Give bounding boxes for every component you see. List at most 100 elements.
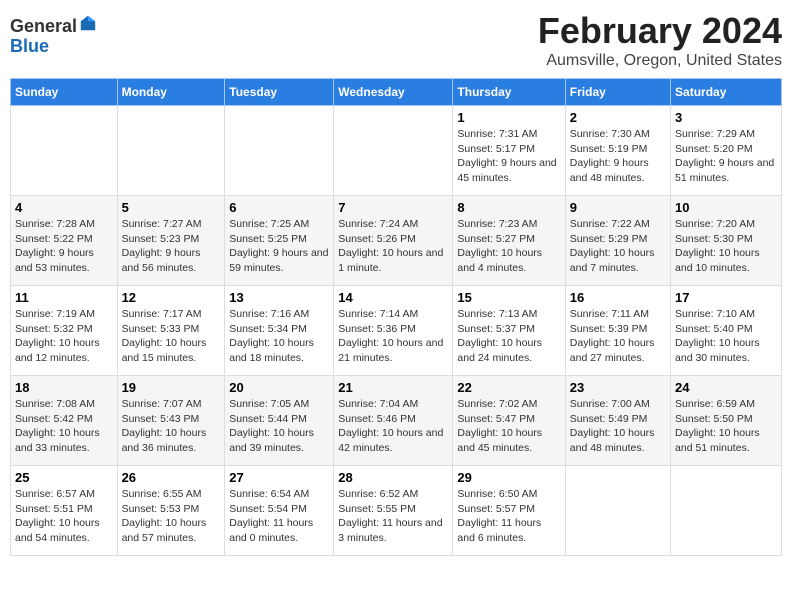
cell-info: Sunrise: 7:30 AMSunset: 5:19 PMDaylight:… (570, 127, 666, 186)
cell-day-number: 23 (570, 380, 666, 395)
calendar-cell: 26 Sunrise: 6:55 AMSunset: 5:53 PMDayligh… (117, 466, 225, 556)
logo-general: General (10, 16, 77, 36)
cell-info: Sunrise: 7:29 AMSunset: 5:20 PMDaylight:… (675, 127, 777, 186)
calendar-cell: 19 Sunrise: 7:07 AMSunset: 5:43 PMDayligh… (117, 376, 225, 466)
cell-info: Sunrise: 7:07 AMSunset: 5:43 PMDaylight:… (122, 397, 221, 456)
cell-day-number: 5 (122, 200, 221, 215)
calendar-cell: 2 Sunrise: 7:30 AMSunset: 5:19 PMDaylight… (565, 106, 670, 196)
cell-info: Sunrise: 7:19 AMSunset: 5:32 PMDaylight:… (15, 307, 113, 366)
cell-day-number: 18 (15, 380, 113, 395)
cell-day-number: 25 (15, 470, 113, 485)
calendar-cell: 29 Sunrise: 6:50 AMSunset: 5:57 PMDayligh… (453, 466, 565, 556)
cell-day-number: 12 (122, 290, 221, 305)
weekday-header-monday: Monday (117, 79, 225, 106)
calendar-cell: 22 Sunrise: 7:02 AMSunset: 5:47 PMDayligh… (453, 376, 565, 466)
calendar-cell: 27 Sunrise: 6:54 AMSunset: 5:54 PMDayligh… (225, 466, 334, 556)
calendar-cell: 12 Sunrise: 7:17 AMSunset: 5:33 PMDayligh… (117, 286, 225, 376)
week-row-1: 1 Sunrise: 7:31 AMSunset: 5:17 PMDaylight… (11, 106, 782, 196)
weekday-header-wednesday: Wednesday (334, 79, 453, 106)
cell-info: Sunrise: 7:08 AMSunset: 5:42 PMDaylight:… (15, 397, 113, 456)
cell-day-number: 14 (338, 290, 448, 305)
weekday-header-row: SundayMondayTuesdayWednesdayThursdayFrid… (11, 79, 782, 106)
cell-day-number: 9 (570, 200, 666, 215)
cell-day-number: 13 (229, 290, 329, 305)
cell-info: Sunrise: 7:31 AMSunset: 5:17 PMDaylight:… (457, 127, 560, 186)
cell-info: Sunrise: 7:22 AMSunset: 5:29 PMDaylight:… (570, 217, 666, 276)
cell-day-number: 1 (457, 110, 560, 125)
calendar-cell: 24Sunrise: 6:59 AMSunset: 5:50 PMDayligh… (671, 376, 782, 466)
cell-info: Sunrise: 7:04 AMSunset: 5:46 PMDaylight:… (338, 397, 448, 456)
cell-info: Sunrise: 7:23 AMSunset: 5:27 PMDaylight:… (457, 217, 560, 276)
calendar-cell: 28 Sunrise: 6:52 AMSunset: 5:55 PMDayligh… (334, 466, 453, 556)
cell-day-number: 19 (122, 380, 221, 395)
cell-day-number: 29 (457, 470, 560, 485)
calendar-cell: 5 Sunrise: 7:27 AMSunset: 5:23 PMDaylight… (117, 196, 225, 286)
cell-info: Sunrise: 6:50 AMSunset: 5:57 PMDaylight:… (457, 487, 560, 546)
cell-day-number: 28 (338, 470, 448, 485)
cell-info: Sunrise: 6:55 AMSunset: 5:53 PMDaylight:… (122, 487, 221, 546)
cell-day-number: 26 (122, 470, 221, 485)
cell-info: Sunrise: 7:24 AMSunset: 5:26 PMDaylight:… (338, 217, 448, 276)
calendar-cell: 9 Sunrise: 7:22 AMSunset: 5:29 PMDaylight… (565, 196, 670, 286)
cell-day-number: 22 (457, 380, 560, 395)
cell-day-number: 4 (15, 200, 113, 215)
calendar-cell (117, 106, 225, 196)
calendar-cell: 21 Sunrise: 7:04 AMSunset: 5:46 PMDayligh… (334, 376, 453, 466)
logo: General Blue (10, 14, 97, 57)
cell-day-number: 6 (229, 200, 329, 215)
calendar-cell: 17Sunrise: 7:10 AMSunset: 5:40 PMDayligh… (671, 286, 782, 376)
cell-info: Sunrise: 7:27 AMSunset: 5:23 PMDaylight:… (122, 217, 221, 276)
week-row-5: 25 Sunrise: 6:57 AMSunset: 5:51 PMDayligh… (11, 466, 782, 556)
calendar-cell: 7 Sunrise: 7:24 AMSunset: 5:26 PMDaylight… (334, 196, 453, 286)
cell-day-number: 27 (229, 470, 329, 485)
title-block: February 2024 Aumsville, Oregon, United … (538, 10, 782, 70)
calendar-cell: 25 Sunrise: 6:57 AMSunset: 5:51 PMDayligh… (11, 466, 118, 556)
cell-info: Sunrise: 6:59 AMSunset: 5:50 PMDaylight:… (675, 397, 777, 456)
cell-info: Sunrise: 7:05 AMSunset: 5:44 PMDaylight:… (229, 397, 329, 456)
calendar-cell: 6 Sunrise: 7:25 AMSunset: 5:25 PMDaylight… (225, 196, 334, 286)
cell-info: Sunrise: 7:02 AMSunset: 5:47 PMDaylight:… (457, 397, 560, 456)
calendar-cell: 8 Sunrise: 7:23 AMSunset: 5:27 PMDaylight… (453, 196, 565, 286)
cell-day-number: 16 (570, 290, 666, 305)
logo-icon (79, 14, 97, 32)
cell-day-number: 21 (338, 380, 448, 395)
cell-info: Sunrise: 7:17 AMSunset: 5:33 PMDaylight:… (122, 307, 221, 366)
cell-info: Sunrise: 7:25 AMSunset: 5:25 PMDaylight:… (229, 217, 329, 276)
cell-info: Sunrise: 7:10 AMSunset: 5:40 PMDaylight:… (675, 307, 777, 366)
calendar-cell (671, 466, 782, 556)
cell-info: Sunrise: 7:28 AMSunset: 5:22 PMDaylight:… (15, 217, 113, 276)
cell-info: Sunrise: 6:54 AMSunset: 5:54 PMDaylight:… (229, 487, 329, 546)
calendar-cell: 11 Sunrise: 7:19 AMSunset: 5:32 PMDayligh… (11, 286, 118, 376)
calendar-cell: 13 Sunrise: 7:16 AMSunset: 5:34 PMDayligh… (225, 286, 334, 376)
weekday-header-sunday: Sunday (11, 79, 118, 106)
calendar-cell: 16Sunrise: 7:11 AMSunset: 5:39 PMDayligh… (565, 286, 670, 376)
weekday-header-friday: Friday (565, 79, 670, 106)
calendar-table: SundayMondayTuesdayWednesdayThursdayFrid… (10, 78, 782, 556)
cell-info: Sunrise: 7:20 AMSunset: 5:30 PMDaylight:… (675, 217, 777, 276)
cell-info: Sunrise: 6:57 AMSunset: 5:51 PMDaylight:… (15, 487, 113, 546)
cell-day-number: 20 (229, 380, 329, 395)
calendar-cell (565, 466, 670, 556)
calendar-cell (334, 106, 453, 196)
cell-day-number: 2 (570, 110, 666, 125)
calendar-cell: 14Sunrise: 7:14 AMSunset: 5:36 PMDayligh… (334, 286, 453, 376)
weekday-header-saturday: Saturday (671, 79, 782, 106)
cell-day-number: 7 (338, 200, 448, 215)
calendar-cell: 15 Sunrise: 7:13 AMSunset: 5:37 PMDayligh… (453, 286, 565, 376)
logo-blue: Blue (10, 36, 49, 56)
cell-info: Sunrise: 6:52 AMSunset: 5:55 PMDaylight:… (338, 487, 448, 546)
weekday-header-tuesday: Tuesday (225, 79, 334, 106)
weekday-header-thursday: Thursday (453, 79, 565, 106)
cell-day-number: 11 (15, 290, 113, 305)
cell-info: Sunrise: 7:13 AMSunset: 5:37 PMDaylight:… (457, 307, 560, 366)
main-title: February 2024 (538, 10, 782, 52)
calendar-cell: 20 Sunrise: 7:05 AMSunset: 5:44 PMDayligh… (225, 376, 334, 466)
cell-day-number: 8 (457, 200, 560, 215)
cell-day-number: 3 (675, 110, 777, 125)
week-row-3: 11 Sunrise: 7:19 AMSunset: 5:32 PMDayligh… (11, 286, 782, 376)
week-row-2: 4 Sunrise: 7:28 AMSunset: 5:22 PMDaylight… (11, 196, 782, 286)
cell-info: Sunrise: 7:16 AMSunset: 5:34 PMDaylight:… (229, 307, 329, 366)
calendar-cell: 18 Sunrise: 7:08 AMSunset: 5:42 PMDayligh… (11, 376, 118, 466)
cell-day-number: 10 (675, 200, 777, 215)
cell-day-number: 15 (457, 290, 560, 305)
